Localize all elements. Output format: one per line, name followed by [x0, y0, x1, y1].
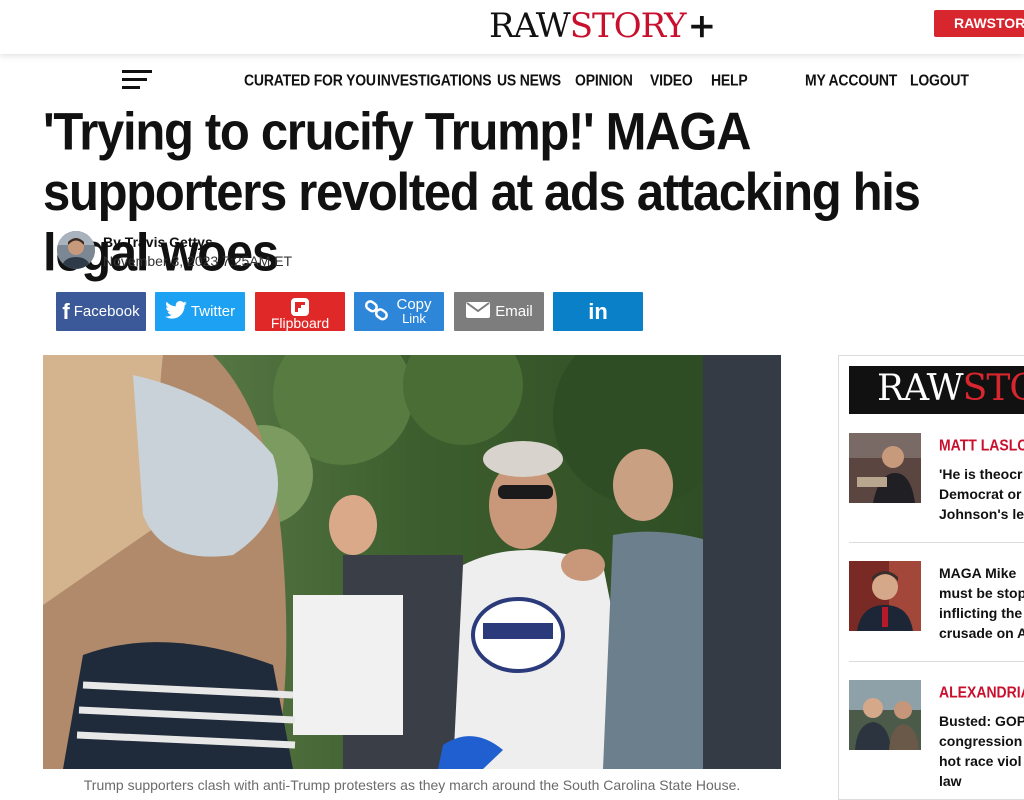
my-account-link[interactable]: MY ACCOUNT	[805, 71, 897, 89]
facebook-share-button[interactable]: f Facebook	[56, 292, 146, 331]
logo-story: STORY	[569, 6, 687, 46]
sidebar-author-1[interactable]: MATT LASLO	[939, 436, 1024, 454]
top-bar: RAWSTORY+ RAWSTORY+	[0, 0, 1024, 54]
article-photo[interactable]	[43, 355, 781, 769]
nav-item-video[interactable]: VIDEO	[650, 71, 693, 89]
sidebar-widget: RAWSTORY MATT LASLO 'He is theocr Democr…	[838, 355, 1024, 800]
sidebar-headline-3[interactable]: Busted: GOP congression hot race viol la…	[939, 711, 1024, 791]
sidebar-headline-2-line-2: must be stop	[939, 585, 1024, 601]
logo-plus: +	[687, 6, 716, 46]
linkedin-icon: in	[588, 298, 608, 324]
sidebar-headline-3-line-1: Busted: GOP	[939, 713, 1024, 729]
sidebar-headline-1-line-3: Johnson's le	[939, 506, 1024, 522]
sidebar-logo-story: STORY	[962, 368, 1024, 409]
copy-link-label: Copy Link	[394, 295, 434, 326]
sidebar-divider	[849, 661, 1024, 662]
flipboard-share-button[interactable]: Flipboard	[255, 292, 345, 331]
sidebar-headline-3-line-2: congression	[939, 733, 1023, 749]
nav-item-opinion[interactable]: OPINION	[575, 71, 633, 89]
copy-link-label-line2: Link	[402, 310, 426, 326]
nav-item-us-news[interactable]: US NEWS	[497, 71, 561, 89]
sidebar-logo[interactable]: RAWSTORY	[849, 366, 1024, 414]
sidebar-headline-2-line-3: inflicting the	[939, 605, 1023, 621]
nav-item-investigations[interactable]: INVESTIGATIONS	[377, 71, 492, 89]
logo-raw: RAW	[489, 6, 571, 46]
sidebar-thumbnail-3[interactable]	[849, 680, 921, 750]
sidebar-headline-2-line-4: crusade on A	[939, 625, 1024, 641]
linkedin-share-button[interactable]: in	[553, 292, 643, 331]
link-icon	[364, 299, 390, 325]
copy-link-label-line1: Copy	[396, 295, 432, 313]
sidebar-headline-1[interactable]: 'He is theocr Democrat or Johnson's le	[939, 464, 1024, 524]
sidebar-headline-3-line-4: law	[939, 773, 962, 789]
sidebar-headline-2[interactable]: MAGA Mike must be stop inflicting the cr…	[939, 563, 1024, 643]
email-share-button[interactable]: Email	[454, 292, 544, 331]
email-label: Email	[495, 303, 533, 320]
sidebar-logo-raw: RAW	[877, 368, 964, 409]
main-nav: CURATED FOR YOU INVESTIGATIONS US NEWS O…	[0, 71, 1024, 92]
twitter-label: Twitter	[190, 303, 236, 320]
nav-item-curated-for-you[interactable]: CURATED FOR YOU	[244, 71, 376, 89]
sidebar-headline-2-line-1: MAGA Mike	[939, 565, 1017, 581]
twitter-icon	[165, 300, 187, 323]
author-avatar[interactable]	[57, 231, 95, 269]
nav-item-help[interactable]: HELP	[711, 71, 748, 89]
site-logo[interactable]: RAWSTORY+	[489, 6, 716, 46]
sidebar-divider	[849, 542, 1024, 543]
copy-link-button[interactable]: Copy Link	[354, 292, 444, 331]
rawstory-plus-button[interactable]: RAWSTORY+	[934, 10, 1024, 37]
photo-caption: Trump supporters clash with anti-Trump p…	[83, 777, 741, 793]
publish-date: November 3, 2023 7:25AM ET	[103, 253, 293, 269]
author-name[interactable]: By Travis Gettys	[103, 234, 213, 250]
sidebar-headline-3-line-3: hot race viol	[939, 753, 1022, 769]
flipboard-label: Flipboard	[270, 314, 330, 331]
logout-link[interactable]: LOGOUT	[910, 71, 969, 89]
sidebar-headline-1-line-2: Democrat or	[939, 486, 1022, 502]
sidebar-thumbnail-2[interactable]	[849, 561, 921, 631]
sidebar-thumbnail-1[interactable]	[849, 433, 921, 503]
facebook-label: Facebook	[73, 303, 140, 320]
twitter-share-button[interactable]: Twitter	[155, 292, 245, 331]
facebook-icon: f	[62, 298, 70, 324]
flipboard-icon	[289, 297, 311, 316]
sidebar-headline-1-line-1: 'He is theocr	[939, 466, 1023, 482]
sidebar-author-3[interactable]: ALEXANDRIA J	[939, 683, 1024, 701]
envelope-icon	[465, 301, 491, 323]
